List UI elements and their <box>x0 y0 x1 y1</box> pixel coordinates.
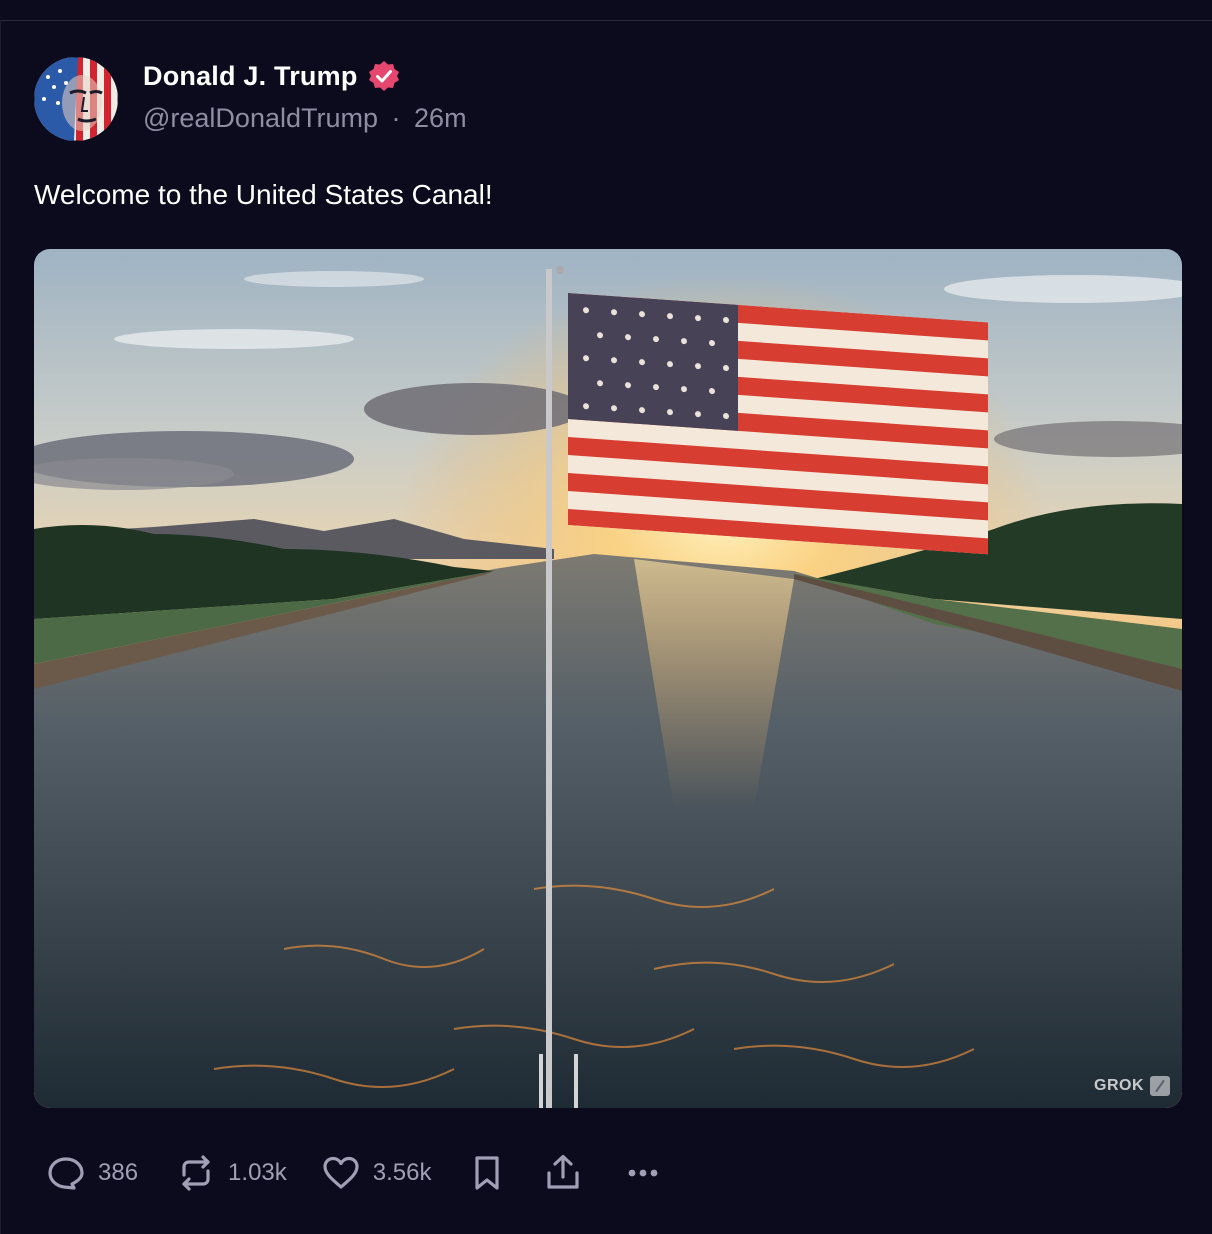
reply-icon <box>48 1157 84 1190</box>
canal-flag-photo <box>34 249 1182 1108</box>
share-icon <box>547 1154 580 1189</box>
author-name[interactable]: Donald J. Trump <box>143 61 358 92</box>
repost-button[interactable]: 1.03k <box>176 1153 287 1193</box>
top-divider <box>0 0 1212 21</box>
grok-watermark: GROK <box>1094 1076 1170 1096</box>
grok-logo-icon <box>1150 1076 1170 1096</box>
repost-icon <box>182 1155 210 1191</box>
share-button[interactable] <box>543 1153 583 1193</box>
repost-count: 1.03k <box>228 1159 287 1186</box>
avatar-image <box>34 57 118 141</box>
avatar[interactable] <box>34 57 118 141</box>
meta-separator: · <box>391 103 401 133</box>
author-block: Donald J. Trump @realDonaldTrump · 26m <box>143 57 467 134</box>
post[interactable]: Donald J. Trump @realDonaldTrump · 26m W… <box>0 21 1212 1234</box>
post-image[interactable]: GROK <box>34 249 1182 1108</box>
grok-watermark-text: GROK <box>1094 1077 1144 1094</box>
post-text: Welcome to the United States Canal! <box>34 179 493 210</box>
like-icon <box>323 1156 359 1189</box>
verified-badge-icon <box>368 60 400 92</box>
action-bar: 386 1.03k 3.56k <box>46 1151 663 1195</box>
like-button[interactable]: 3.56k <box>321 1153 432 1193</box>
reply-count: 386 <box>98 1159 139 1186</box>
bookmark-icon <box>475 1156 500 1190</box>
bookmark-button[interactable] <box>467 1153 507 1193</box>
post-timestamp[interactable]: 26m <box>414 103 467 134</box>
like-count: 3.56k <box>372 1159 432 1186</box>
reply-button[interactable]: 386 <box>46 1153 138 1193</box>
more-button[interactable] <box>623 1153 663 1193</box>
more-icon <box>629 1169 658 1177</box>
author-handle[interactable]: @realDonaldTrump <box>143 103 378 134</box>
